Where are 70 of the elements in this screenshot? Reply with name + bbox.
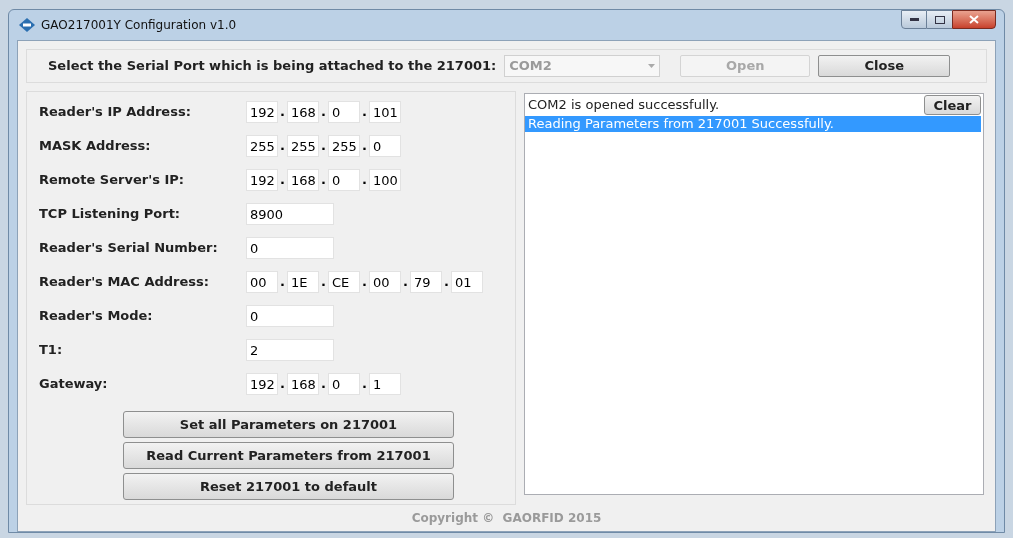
field-label: Gateway: (39, 375, 109, 394)
action-button[interactable]: Reset 217001 to default (123, 473, 454, 500)
octet-field[interactable]: 192 (246, 373, 278, 395)
maximize-button[interactable] (927, 10, 952, 29)
action-button[interactable]: Set all Parameters on 217001 (123, 411, 454, 438)
close-icon (969, 15, 979, 24)
dot-separator: . (279, 375, 286, 394)
field-label: MASK Address: (39, 137, 152, 156)
octet-field[interactable]: 01 (451, 271, 483, 293)
dot-separator: . (402, 273, 409, 292)
app-logo-icon (19, 18, 35, 32)
octet-field[interactable]: 192 (246, 101, 278, 123)
field-label: Remote Server's IP: (39, 171, 185, 190)
octet-field[interactable]: 100 (369, 169, 401, 191)
dot-separator: . (320, 103, 327, 122)
octet-field[interactable]: CE (328, 271, 360, 293)
log-line[interactable]: COM2 is opened successfully. (525, 97, 723, 113)
dot-separator: . (361, 171, 368, 190)
field-label: T1: (39, 341, 64, 360)
value-field[interactable]: 2 (246, 339, 334, 361)
port-value: COM2 (509, 57, 552, 76)
dot-separator: . (361, 273, 368, 292)
maximize-icon (934, 15, 945, 24)
octet-field[interactable]: 168 (287, 169, 319, 191)
window-title: GAO217001Y Configuration v1.0 (41, 17, 237, 34)
octet-field[interactable]: 0 (328, 101, 360, 123)
dot-separator: . (320, 273, 327, 292)
octet-field[interactable]: 0 (328, 373, 360, 395)
dot-separator: . (279, 273, 286, 292)
dot-separator: . (320, 137, 327, 156)
value-field[interactable]: 0 (246, 305, 334, 327)
field-label: Reader's Mode: (39, 307, 154, 326)
close-port-button[interactable]: Close (818, 55, 951, 77)
dropdown-caret-icon (648, 64, 656, 68)
field-label: TCP Listening Port: (39, 205, 182, 224)
dot-separator: . (320, 171, 327, 190)
octet-field[interactable]: 192 (246, 169, 278, 191)
dot-separator: . (279, 103, 286, 122)
copyright-text: Copyright © GAORFID 2015 (411, 510, 602, 527)
dot-separator: . (443, 273, 450, 292)
dot-separator: . (320, 375, 327, 394)
value-field[interactable]: 8900 (246, 203, 334, 225)
octet-field[interactable]: 1E (287, 271, 319, 293)
clear-button[interactable]: Clear (924, 95, 981, 115)
field-label: Reader's Serial Number: (39, 239, 219, 258)
octet-field[interactable]: 168 (287, 373, 319, 395)
octet-field[interactable]: 255 (287, 135, 319, 157)
octet-field[interactable]: 0 (369, 135, 401, 157)
port-label: Select the Serial Port which is being attached to the 217001: (48, 57, 497, 76)
field-label: Reader's MAC Address: (39, 273, 210, 292)
octet-field[interactable]: 1 (369, 373, 401, 395)
minimize-icon (909, 18, 919, 21)
field-label: Reader's IP Address: (39, 103, 192, 122)
close-window-button[interactable] (952, 10, 996, 29)
octet-field[interactable]: 00 (246, 271, 278, 293)
octet-field[interactable]: 00 (369, 271, 401, 293)
value-field[interactable]: 0 (246, 237, 334, 259)
dot-separator: . (279, 137, 286, 156)
octet-field[interactable]: 255 (246, 135, 278, 157)
dot-separator: . (361, 375, 368, 394)
octet-field[interactable]: 168 (287, 101, 319, 123)
octet-field[interactable]: 101 (369, 101, 401, 123)
action-button[interactable]: Read Current Parameters from 217001 (123, 442, 454, 469)
octet-field[interactable]: 79 (410, 271, 442, 293)
minimize-button[interactable] (901, 10, 927, 29)
dot-separator: . (361, 137, 368, 156)
octet-field[interactable]: 255 (328, 135, 360, 157)
dot-separator: . (279, 171, 286, 190)
octet-field[interactable]: 0 (328, 169, 360, 191)
dot-separator: . (361, 103, 368, 122)
